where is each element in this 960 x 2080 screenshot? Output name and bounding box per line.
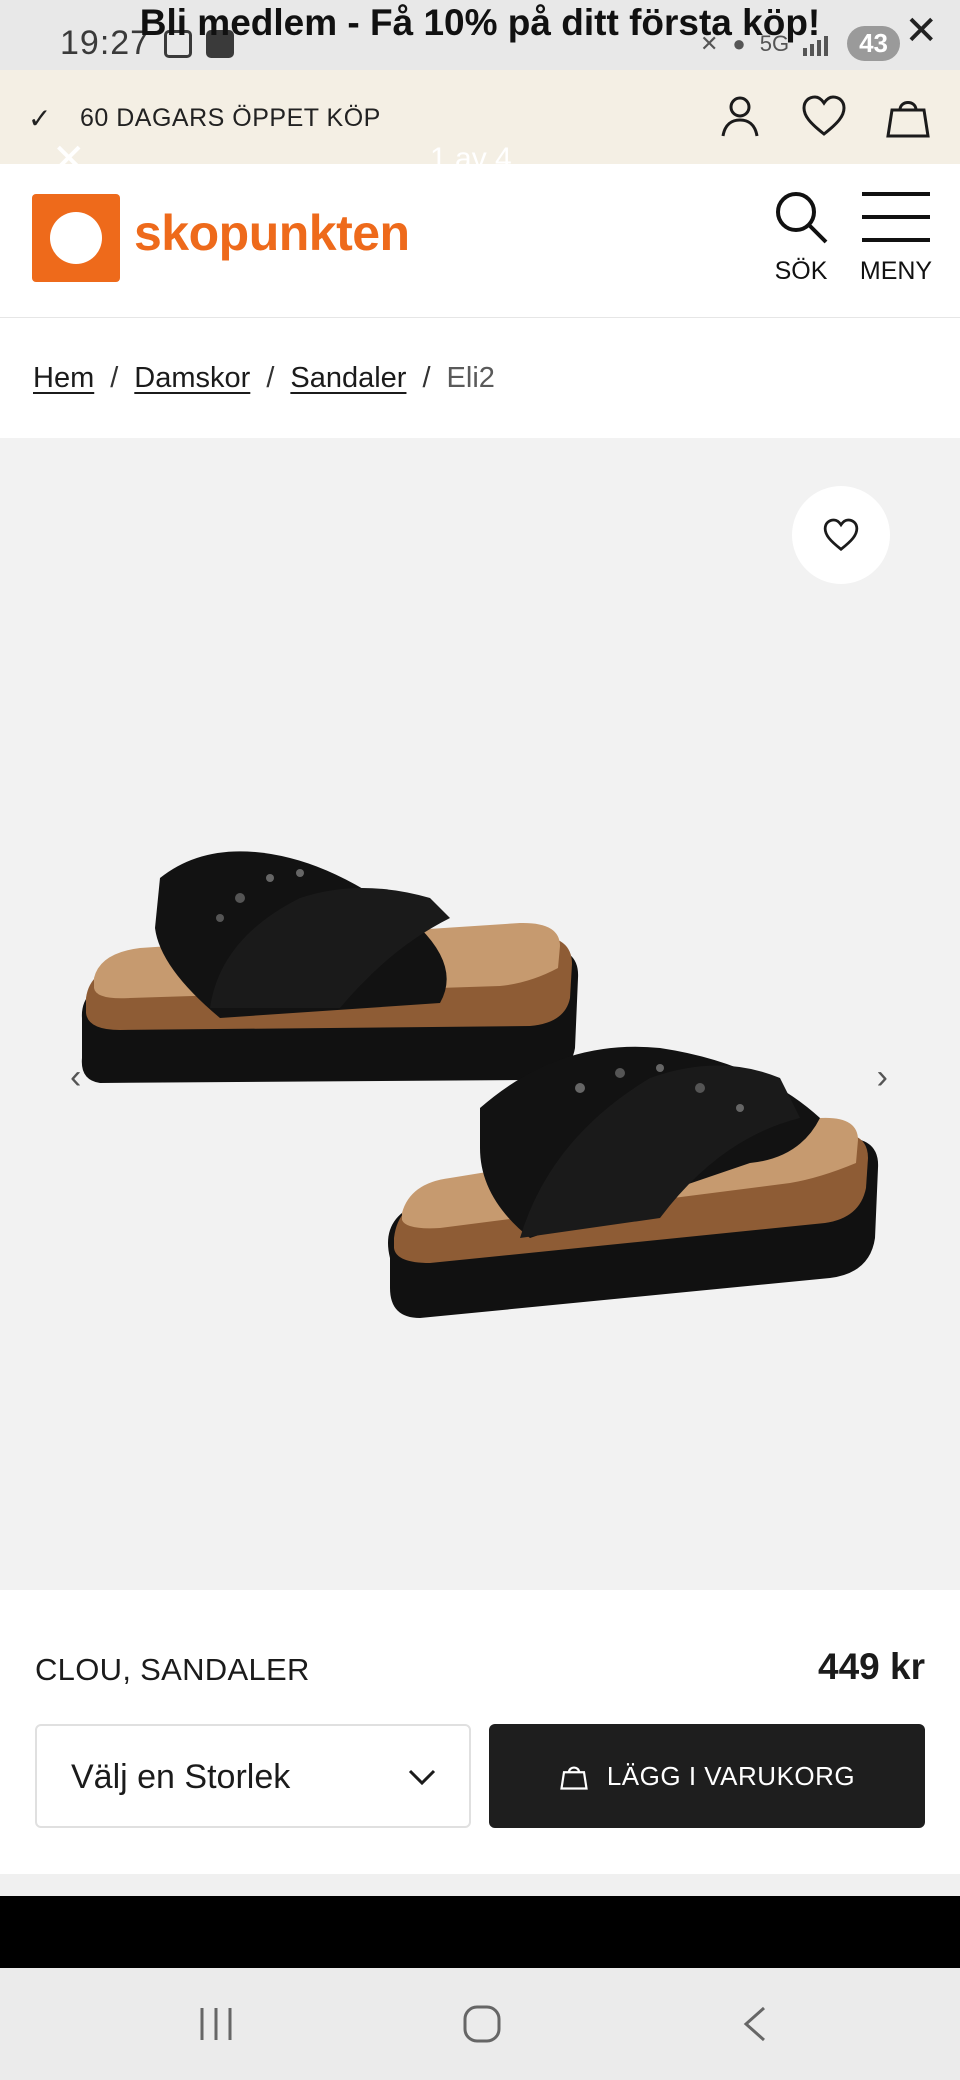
gallery-close-icon[interactable]: ✕ [52,136,86,182]
heart-icon[interactable] [800,92,848,140]
footer-gap [0,1874,960,1896]
shopping-bag-icon[interactable] [884,92,932,140]
hamburger-menu-icon [862,192,930,242]
back-icon[interactable] [736,2004,776,2044]
sandal-right [388,1046,879,1318]
breadcrumb-separator: / [110,361,119,394]
close-icon[interactable]: ✕ [904,8,938,54]
breadcrumb-separator: / [422,361,431,394]
shopping-bag-icon [560,1766,588,1790]
logo-mark[interactable] [32,194,120,282]
check-icon: ✓ [28,103,52,134]
footer-band [0,1896,960,1968]
product-price: 449 kr [818,1646,925,1687]
add-to-cart-label: LÄGG I VARUKORG [606,1760,856,1791]
product-gallery[interactable]: ‹ › [0,438,960,1590]
search-icon [776,192,828,244]
size-select-placeholder: Välj en Storlek [71,1758,291,1796]
search-button[interactable]: SÖK [768,188,834,286]
product-info: CLOU, SANDALER 449 kr Välj en Storlek LÄ… [0,1590,960,1874]
add-to-wishlist-button[interactable] [792,486,890,584]
product-name: CLOU, SANDALER [35,1652,310,1687]
logo-text[interactable]: skopunkten [134,204,410,262]
breadcrumb-link-home[interactable]: Hem [33,362,94,395]
breadcrumb-link-damskor[interactable]: Damskor [134,362,250,395]
add-to-cart-button[interactable]: LÄGG I VARUKORG [489,1724,925,1828]
menu-button[interactable]: MENY [856,188,936,286]
heart-icon [823,518,859,552]
site-header: skopunkten SÖK MENY [0,164,960,318]
home-icon[interactable] [462,2004,502,2044]
promo-banner-text[interactable]: Bli medlem - Få 10% på ditt första köp! [0,2,960,44]
recent-apps-icon[interactable] [196,2004,236,2044]
utility-icons [716,92,932,140]
breadcrumb: Hem / Damskor / Sandaler / Eli2 [0,318,960,438]
open-purchase-text: 60 DAGARS ÖPPET KÖP [80,104,381,132]
chevron-down-icon [408,1769,436,1786]
size-select[interactable]: Välj en Storlek [35,1724,471,1828]
breadcrumb-link-sandaler[interactable]: Sandaler [290,362,406,395]
product-image-sandals [81,851,879,1318]
search-label: SÖK [774,257,828,285]
user-icon[interactable] [716,92,764,140]
status-bar: 19:27 ✕ ● 5G 43 Bli medlem - Få 10% på d… [0,0,960,70]
system-nav-bar [0,1968,960,2080]
gallery-counter: 1 av 4 [430,142,512,175]
menu-label: MENY [859,257,933,285]
breadcrumb-separator: / [266,361,275,394]
breadcrumb-current: Eli2 [446,361,495,394]
sandal-left [81,851,579,1083]
